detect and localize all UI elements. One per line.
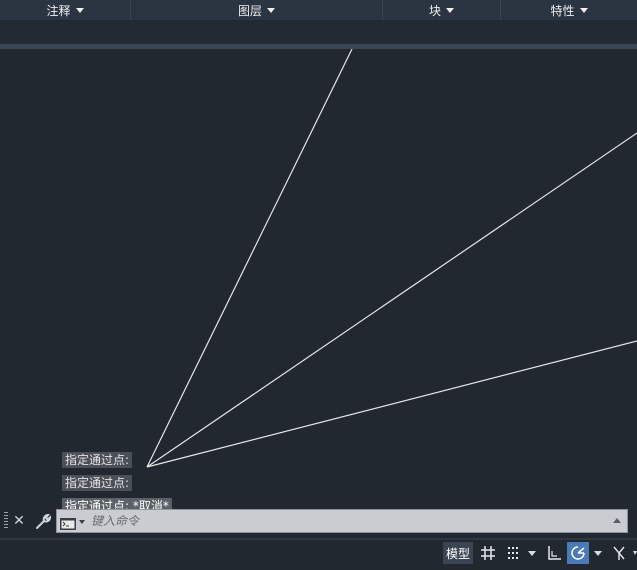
command-history-line: 指定通过点: bbox=[62, 452, 133, 468]
snap-grid-icon[interactable] bbox=[502, 542, 524, 564]
command-bar: ✕ bbox=[0, 508, 637, 534]
drag-handle-icon[interactable] bbox=[4, 512, 8, 530]
snap-dropdown-button[interactable] bbox=[526, 542, 538, 564]
file-tabs-strip bbox=[0, 20, 637, 44]
wrench-icon[interactable] bbox=[34, 512, 52, 530]
command-prompt-icon[interactable] bbox=[60, 515, 76, 530]
chevron-down-icon bbox=[75, 7, 84, 13]
ribbon-group-label: 块 bbox=[428, 3, 441, 18]
chevron-down-icon bbox=[632, 551, 637, 555]
construction-line[interactable] bbox=[146, 340, 637, 468]
construction-line[interactable] bbox=[146, 132, 637, 468]
status-bar-divider bbox=[0, 538, 637, 540]
status-bar bbox=[0, 538, 637, 570]
chevron-down-icon[interactable] bbox=[79, 520, 85, 524]
ortho-icon[interactable] bbox=[543, 542, 565, 564]
command-input[interactable] bbox=[91, 510, 611, 532]
more-dropdown-button[interactable] bbox=[632, 542, 637, 564]
ribbon-group-layers[interactable]: 图层 bbox=[131, 0, 382, 20]
model-space-button[interactable]: 模型 bbox=[443, 542, 473, 564]
close-icon[interactable]: ✕ bbox=[12, 511, 26, 531]
chevron-down-icon bbox=[594, 550, 602, 556]
grid-icon[interactable] bbox=[477, 542, 499, 564]
chevron-down-icon bbox=[528, 550, 536, 556]
command-input-box bbox=[56, 509, 628, 533]
drawing-viewport[interactable] bbox=[0, 49, 637, 505]
chevron-down-icon bbox=[579, 7, 588, 13]
ribbon-group-label: 特性 bbox=[550, 3, 575, 18]
isodraft-icon[interactable] bbox=[608, 542, 630, 564]
ribbon-group-label: 注释 bbox=[46, 3, 71, 18]
ribbon-group-properties[interactable]: 特性 bbox=[501, 0, 637, 20]
chevron-down-icon bbox=[267, 7, 275, 13]
ribbon-group-label: 图层 bbox=[237, 3, 262, 18]
ribbon-group-block[interactable]: 块 bbox=[383, 0, 500, 20]
construction-line[interactable] bbox=[146, 49, 353, 468]
ribbon-group-annotation[interactable]: 注释 bbox=[0, 0, 130, 20]
drawing-canvas[interactable] bbox=[0, 49, 637, 505]
command-history-line: 指定通过点: bbox=[62, 475, 133, 491]
chevron-down-icon bbox=[446, 7, 454, 13]
chevron-up-icon[interactable] bbox=[613, 518, 621, 523]
polar-tracking-icon[interactable] bbox=[567, 542, 589, 564]
polar-dropdown-button[interactable] bbox=[592, 542, 604, 564]
